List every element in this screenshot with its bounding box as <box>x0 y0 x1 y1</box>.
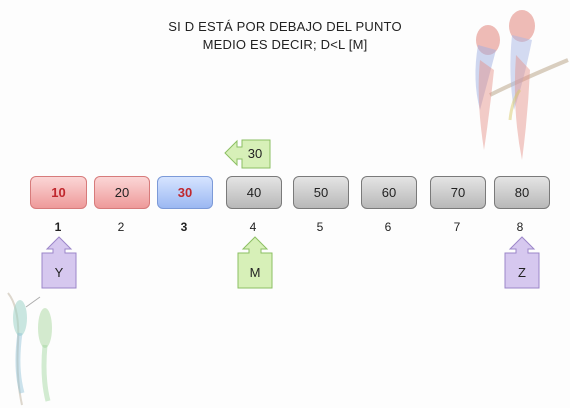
index-label: 2 <box>117 220 125 234</box>
parrots-image <box>475 10 569 160</box>
high-pointer-label: Z <box>518 265 526 280</box>
title-line-1: SI D ESTÁ POR DEBAJO DEL PUNTO <box>168 19 402 34</box>
mid-pointer-label: M <box>250 265 261 280</box>
hummingbirds-image <box>7 292 52 406</box>
index-label: 8 <box>516 220 524 234</box>
array-cell: 80 <box>494 176 550 209</box>
mid-pointer-m: M <box>237 236 273 289</box>
array-cell: 70 <box>430 176 486 209</box>
index-label: 1 <box>54 220 62 234</box>
target-value-label: 30 <box>248 146 262 161</box>
cell-value: 60 <box>381 185 397 200</box>
low-pointer-label: Y <box>55 265 64 280</box>
slide-title: SI D ESTÁ POR DEBAJO DEL PUNTO MEDIO ES … <box>150 18 420 54</box>
title-line-2: MEDIO ES DECIR; D<L [M] <box>202 37 368 52</box>
array-cell: 20 <box>94 176 150 209</box>
array-cell: 40 <box>226 176 282 209</box>
index-label: 4 <box>249 220 257 234</box>
cell-value: 30 <box>177 185 193 200</box>
high-pointer-z: Z <box>504 236 540 289</box>
index-label: 3 <box>180 220 188 234</box>
cell-value: 50 <box>313 185 329 200</box>
index-label: 6 <box>384 220 392 234</box>
array-cell: 30 <box>157 176 213 209</box>
target-value-pointer: 30 <box>224 139 271 169</box>
cell-value: 10 <box>51 185 66 200</box>
array-cell: 50 <box>293 176 349 209</box>
cell-value: 20 <box>114 185 130 200</box>
low-pointer-y: Y <box>41 236 77 289</box>
cell-value: 80 <box>514 185 530 200</box>
cell-value: 70 <box>450 185 466 200</box>
array-cell: 60 <box>361 176 417 209</box>
index-label: 5 <box>316 220 324 234</box>
index-label: 7 <box>453 220 461 234</box>
array-cell: 10 <box>30 176 87 209</box>
slide: SI D ESTÁ POR DEBAJO DEL PUNTO MEDIO ES … <box>0 0 570 408</box>
cell-value: 40 <box>246 185 262 200</box>
